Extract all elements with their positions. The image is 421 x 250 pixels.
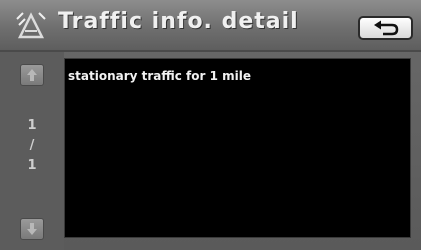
header-bar: Traffic info. detail [0, 0, 421, 52]
return-arrow-icon [373, 20, 398, 36]
scroll-down-button[interactable] [20, 218, 44, 240]
traffic-message: stationary traffic for 1 mile [68, 69, 252, 83]
scroll-down-icon [27, 223, 37, 235]
page-separator: / [29, 138, 35, 153]
scroll-column: 1 / 1 [0, 52, 64, 250]
page-total: 1 [27, 158, 37, 173]
page-indicator: 1 / 1 [20, 116, 44, 176]
detail-panel: stationary traffic for 1 mile [64, 58, 411, 238]
scroll-up-icon [27, 69, 37, 81]
traffic-sign-icon [16, 12, 46, 39]
back-button[interactable] [358, 16, 413, 40]
scroll-up-button[interactable] [20, 64, 44, 86]
page-title: Traffic info. detail [58, 9, 299, 34]
traffic-info-detail-screen: Traffic info. detail 1 / 1 stationary tr… [0, 0, 421, 250]
page-current: 1 [27, 118, 37, 133]
